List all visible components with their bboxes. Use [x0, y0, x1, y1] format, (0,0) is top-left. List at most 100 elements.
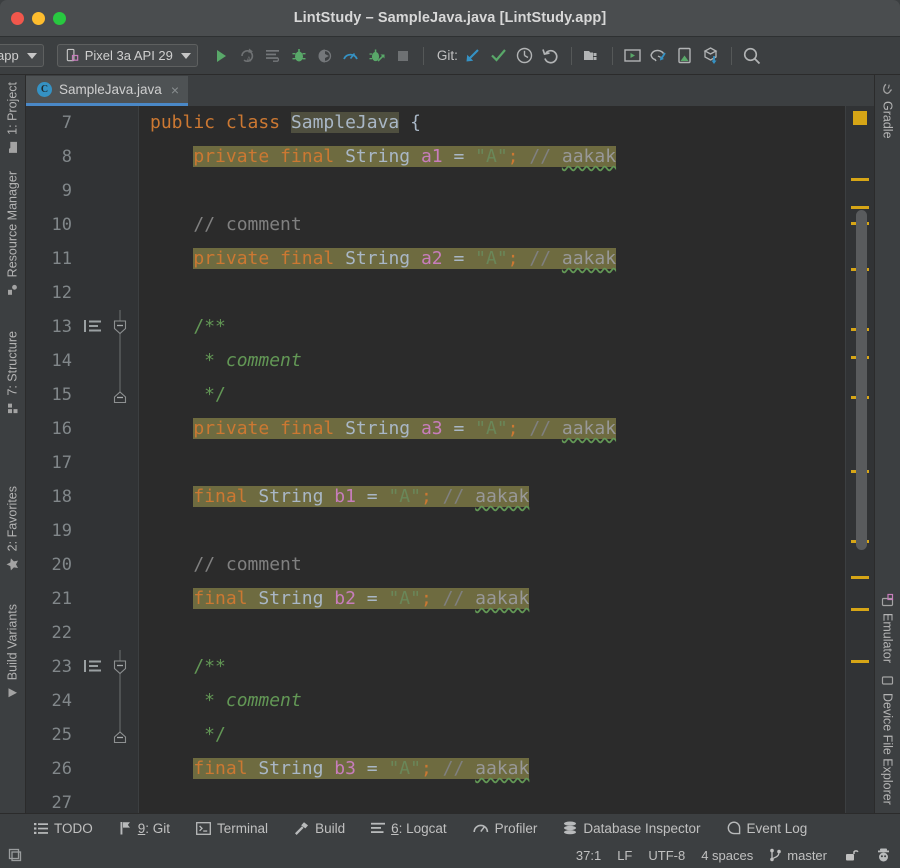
gradle-sync-button[interactable]	[646, 43, 672, 69]
hector-inspector-icon[interactable]	[875, 847, 892, 864]
layout-inspector-button[interactable]	[698, 43, 724, 69]
avd-manager-button[interactable]	[620, 43, 646, 69]
bottom-tool-profiler[interactable]: Profiler	[473, 821, 552, 836]
code-line[interactable]: final String b1 = "A"; // aakak	[139, 480, 845, 514]
git-history-button[interactable]	[512, 43, 538, 69]
gutter-row[interactable]: 9	[26, 174, 138, 208]
code-line[interactable]: /**	[139, 650, 845, 684]
code-line[interactable]: final String b2 = "A"; // aakak	[139, 582, 845, 616]
error-stripe-mark[interactable]	[851, 576, 869, 579]
gutter-row[interactable]: 24	[26, 684, 138, 718]
error-stripe-mark[interactable]	[851, 206, 869, 209]
gutter-row[interactable]: 16	[26, 412, 138, 446]
error-stripe-mark[interactable]	[851, 178, 869, 181]
error-stripe-mark[interactable]	[851, 660, 869, 663]
gutter-row[interactable]: 17	[26, 446, 138, 480]
rerun-button[interactable]: A	[234, 43, 260, 69]
javadoc-annotation-icon[interactable]	[84, 319, 102, 334]
minimize-window-button[interactable]	[32, 11, 45, 25]
code-line[interactable]	[139, 514, 845, 548]
sidebar-item-device-file-explorer[interactable]: Device File Explorer	[875, 667, 900, 813]
bottom-tool-database-inspector[interactable]: Database Inspector	[563, 821, 714, 836]
stop-button[interactable]	[390, 43, 416, 69]
bottom-tool-terminal[interactable]: Terminal	[196, 821, 282, 836]
indent-setting[interactable]: 4 spaces	[701, 848, 753, 863]
error-stripe-mark[interactable]	[851, 608, 869, 611]
bottom-tool-git[interactable]: 9: Git	[119, 821, 184, 836]
gutter-row[interactable]: 18	[26, 480, 138, 514]
apply-changes-button[interactable]	[260, 43, 286, 69]
gutter-row[interactable]: 11	[26, 242, 138, 276]
gutter-row[interactable]: 13	[26, 310, 138, 344]
code-line[interactable]	[139, 786, 845, 813]
code-line[interactable]: * comment	[139, 344, 845, 378]
line-separator[interactable]: LF	[617, 848, 632, 863]
gutter-row[interactable]: 8	[26, 140, 138, 174]
editor-gutter[interactable]: 7 8 9 10 11 12 13 14 15 16 17 18 19 20 21 22 23 24 25 26 27	[26, 106, 139, 813]
gutter-row[interactable]: 25	[26, 718, 138, 752]
gutter-row[interactable]: 19	[26, 514, 138, 548]
sidebar-item-build-variants[interactable]: Build Variants	[0, 597, 25, 725]
code-folding-marker[interactable]	[112, 684, 128, 718]
code-line[interactable]: public class SampleJava {	[139, 106, 845, 140]
gutter-row[interactable]: 12	[26, 276, 138, 310]
code-line[interactable]: // comment	[139, 548, 845, 582]
git-update-button[interactable]	[460, 43, 486, 69]
code-text-area[interactable]: public class SampleJava { private final …	[139, 106, 845, 813]
bottom-tool-logcat[interactable]: 6: Logcat	[371, 821, 461, 836]
attach-debugger-button[interactable]	[312, 43, 338, 69]
code-folding-marker[interactable]	[112, 310, 128, 344]
device-selector[interactable]: Pixel 3a API 29	[56, 44, 198, 67]
device-file-explorer-button[interactable]	[672, 43, 698, 69]
unlocked-padlock-icon[interactable]	[843, 847, 859, 863]
code-line[interactable]	[139, 276, 845, 310]
gutter-row[interactable]: 27	[26, 786, 138, 813]
code-line[interactable]: /**	[139, 310, 845, 344]
git-branch-widget[interactable]: master	[769, 848, 827, 863]
code-line[interactable]: private final String a1 = "A"; // aakak	[139, 140, 845, 174]
code-line[interactable]	[139, 616, 845, 650]
bottom-tool-event-log[interactable]: Event Log	[727, 821, 822, 836]
sidebar-item-gradle[interactable]: Gradle	[875, 75, 900, 146]
close-window-button[interactable]	[11, 11, 24, 25]
code-line[interactable]: private final String a3 = "A"; // aakak	[139, 412, 845, 446]
code-line[interactable]	[139, 174, 845, 208]
gutter-row[interactable]: 26	[26, 752, 138, 786]
gutter-row[interactable]: 10	[26, 208, 138, 242]
gutter-row[interactable]: 15	[26, 378, 138, 412]
code-line[interactable]: * comment	[139, 684, 845, 718]
javadoc-annotation-icon[interactable]	[84, 659, 102, 674]
close-icon[interactable]: ×	[171, 83, 179, 97]
bottom-tool-todo[interactable]: TODO	[34, 821, 107, 836]
file-encoding[interactable]: UTF-8	[648, 848, 685, 863]
gutter-row[interactable]: 22	[26, 616, 138, 650]
zoom-window-button[interactable]	[53, 11, 66, 25]
bottom-tool-build[interactable]: Build	[294, 821, 359, 836]
profiler-button[interactable]	[338, 43, 364, 69]
sidebar-item-emulator[interactable]: Emulator	[875, 586, 900, 667]
sidebar-item-structure[interactable]: 7: Structure	[0, 324, 25, 479]
code-line[interactable]: */	[139, 718, 845, 752]
gutter-row[interactable]: 20	[26, 548, 138, 582]
caret-position[interactable]: 37:1	[576, 848, 601, 863]
code-line[interactable]: // comment	[139, 208, 845, 242]
module-selector[interactable]: app	[0, 44, 44, 67]
gutter-row[interactable]: 21	[26, 582, 138, 616]
editor-tab-samplejava[interactable]: C SampleJava.java ×	[26, 76, 188, 106]
run-button[interactable]	[208, 43, 234, 69]
code-folding-marker[interactable]	[112, 378, 128, 412]
git-commit-button[interactable]	[486, 43, 512, 69]
code-line[interactable]: final String b3 = "A"; // aakak	[139, 752, 845, 786]
code-line[interactable]	[139, 446, 845, 480]
code-line[interactable]: */	[139, 378, 845, 412]
run-with-coverage-button[interactable]	[364, 43, 390, 69]
sidebar-item-favorites[interactable]: 2: Favorites	[0, 479, 25, 597]
inspection-status-marker[interactable]	[853, 111, 867, 125]
gutter-row[interactable]: 7	[26, 106, 138, 140]
sidebar-item-project[interactable]: 1: Project	[0, 75, 25, 164]
search-everywhere-button[interactable]	[739, 43, 765, 69]
code-folding-marker[interactable]	[112, 650, 128, 684]
sdk-manager-button[interactable]	[579, 43, 605, 69]
error-stripe-and-scrollbar[interactable]	[845, 106, 874, 813]
debug-button[interactable]	[286, 43, 312, 69]
